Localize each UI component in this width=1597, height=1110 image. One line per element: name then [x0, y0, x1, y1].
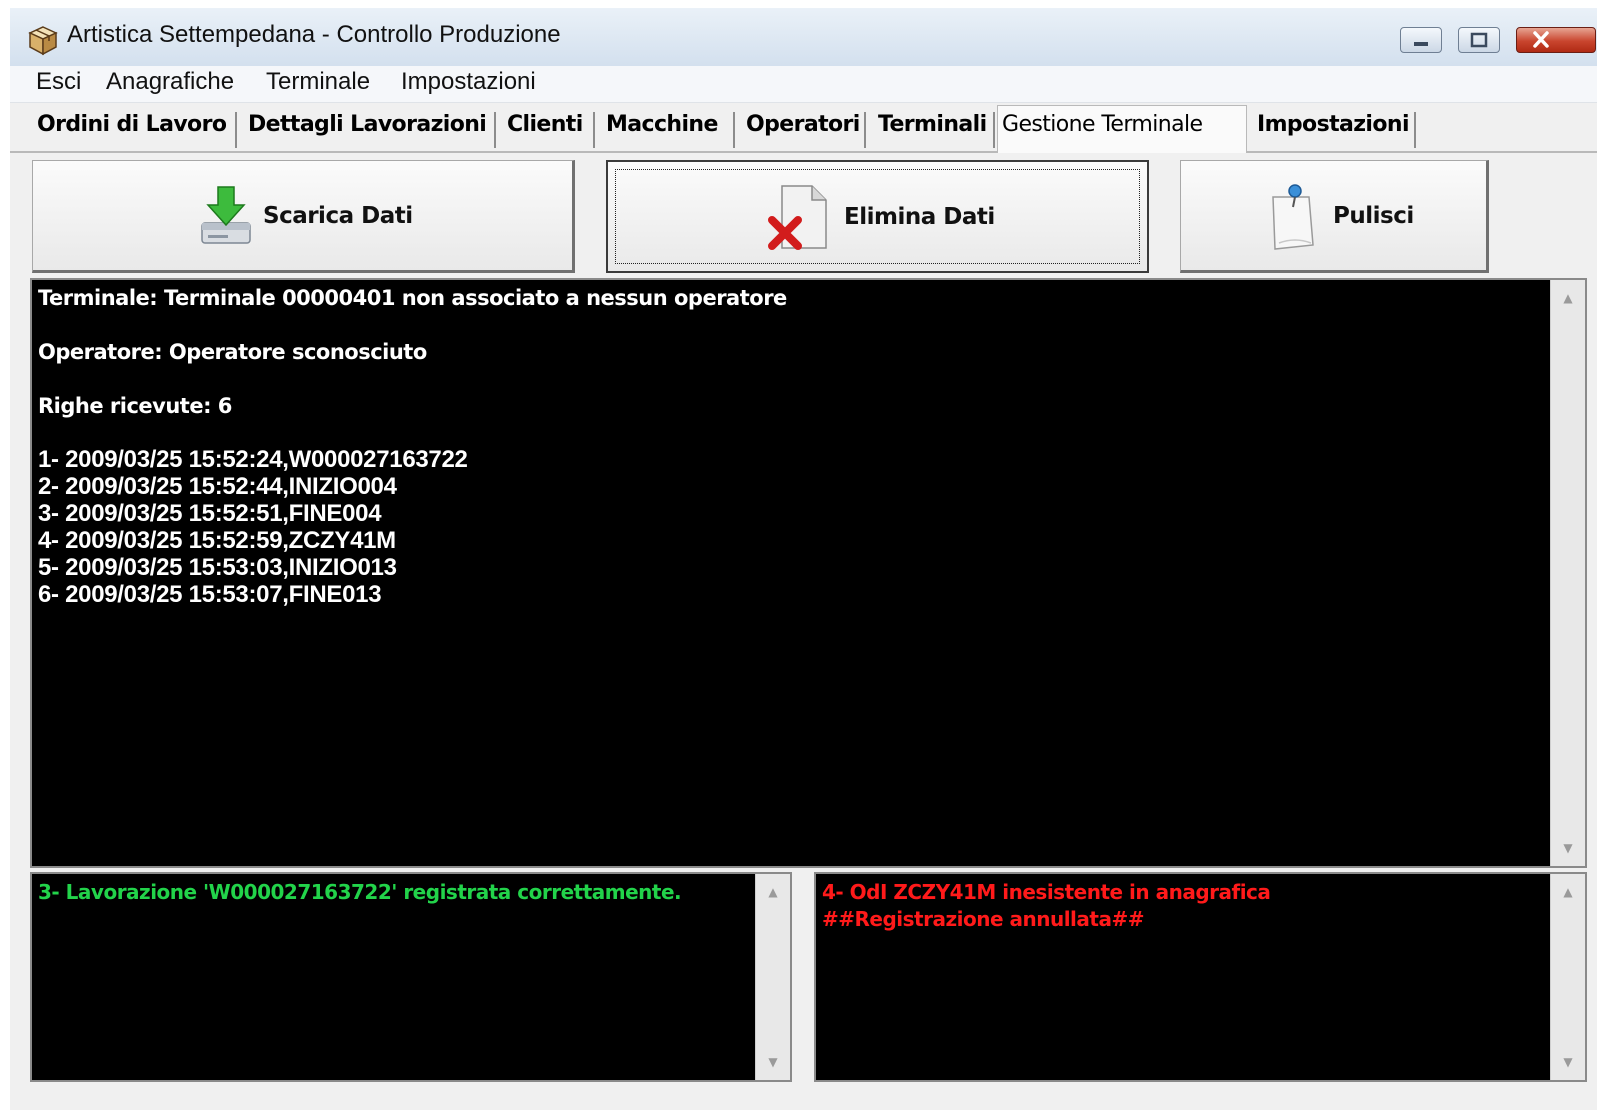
menu-impostazioni[interactable]: Impostazioni: [401, 68, 536, 96]
error-log-textbox[interactable]: 4- OdI ZCZY41M inesistente in anagrafica…: [814, 872, 1587, 1082]
minimize-icon: [1414, 42, 1428, 46]
app-window: Artistica Settempedana - Controllo Produ…: [10, 8, 1597, 1110]
box-icon: [28, 26, 58, 56]
terminal-info: Terminale: Terminale 00000401 non associ…: [38, 286, 787, 310]
window-title: Artistica Settempedana - Controllo Produ…: [67, 21, 561, 48]
main-log-scrollbar[interactable]: ▲ ▼: [1550, 280, 1585, 866]
menu-anagrafiche[interactable]: Anagrafiche: [106, 68, 234, 96]
success-message: 3- Lavorazione 'W000027163722' registrat…: [38, 880, 682, 904]
tab-clienti[interactable]: Clienti: [503, 112, 595, 148]
minimize-button[interactable]: [1400, 27, 1442, 53]
log-entry: 2- 2009/03/25 15:52:44,INIZIO004: [38, 473, 397, 500]
pulisci-label: Pulisci: [1333, 203, 1414, 229]
log-entry: 3- 2009/03/25 15:52:51,FINE004: [38, 500, 382, 527]
tab-divider: [10, 151, 1597, 153]
tab-gestione-terminale[interactable]: Gestione Terminale: [997, 105, 1247, 153]
log-entry: 4- 2009/03/25 15:52:59,ZCZY41M: [38, 527, 396, 554]
tab-dettagli-lavorazioni[interactable]: Dettagli Lavorazioni: [244, 112, 496, 148]
clear-note-icon: [1272, 184, 1314, 250]
scroll-down-icon[interactable]: ▼: [1551, 1050, 1585, 1074]
menu-bar: Esci Anagrafiche Terminale Impostazioni: [10, 66, 1597, 103]
scroll-down-icon[interactable]: ▼: [756, 1050, 790, 1074]
log-entry: 1- 2009/03/25 15:52:24,W000027163722: [38, 446, 468, 473]
scroll-down-icon[interactable]: ▼: [1551, 836, 1585, 860]
terminal-log-textbox[interactable]: Terminale: Terminale 00000401 non associ…: [30, 278, 1587, 868]
elimina-dati-button[interactable]: Elimina Dati: [606, 160, 1149, 273]
error-annulled: ##Registrazione annullata##: [822, 907, 1144, 931]
tab-macchine[interactable]: Macchine: [602, 112, 735, 148]
maximize-button[interactable]: [1458, 27, 1500, 53]
scroll-up-icon[interactable]: ▲: [1551, 880, 1585, 904]
download-drive-icon: [201, 186, 251, 244]
maximize-icon: [1470, 32, 1488, 48]
scroll-up-icon[interactable]: ▲: [756, 880, 790, 904]
log-entry: 6- 2009/03/25 15:53:07,FINE013: [38, 581, 382, 608]
tab-impostazioni[interactable]: Impostazioni: [1253, 112, 1416, 148]
title-bar[interactable]: Artistica Settempedana - Controllo Produ…: [10, 8, 1597, 66]
scarica-dati-label: Scarica Dati: [263, 203, 413, 229]
error-message: 4- OdI ZCZY41M inesistente in anagrafica: [822, 880, 1271, 904]
tab-ordini-di-lavoro[interactable]: Ordini di Lavoro: [33, 112, 237, 148]
menu-terminale[interactable]: Terminale: [266, 68, 370, 96]
scarica-dati-button[interactable]: Scarica Dati: [32, 160, 575, 273]
close-icon: [1533, 31, 1549, 48]
operator-info: Operatore: Operatore sconosciuto: [38, 340, 427, 364]
menu-esci[interactable]: Esci: [36, 68, 81, 96]
rows-received: Righe ricevute: 6: [38, 394, 232, 418]
success-log-textbox[interactable]: 3- Lavorazione 'W000027163722' registrat…: [30, 872, 792, 1082]
delete-document-icon: [768, 185, 827, 250]
tab-operatori[interactable]: Operatori: [742, 112, 866, 148]
scroll-up-icon[interactable]: ▲: [1551, 286, 1585, 310]
pulisci-button[interactable]: Pulisci: [1180, 160, 1489, 273]
error-log-scrollbar[interactable]: ▲ ▼: [1550, 874, 1585, 1080]
log-entry: 5- 2009/03/25 15:53:03,INIZIO013: [38, 554, 397, 581]
tab-terminali[interactable]: Terminali: [874, 112, 995, 148]
elimina-dati-label: Elimina Dati: [844, 204, 995, 230]
close-button[interactable]: [1516, 27, 1596, 53]
success-log-scrollbar[interactable]: ▲ ▼: [755, 874, 790, 1080]
